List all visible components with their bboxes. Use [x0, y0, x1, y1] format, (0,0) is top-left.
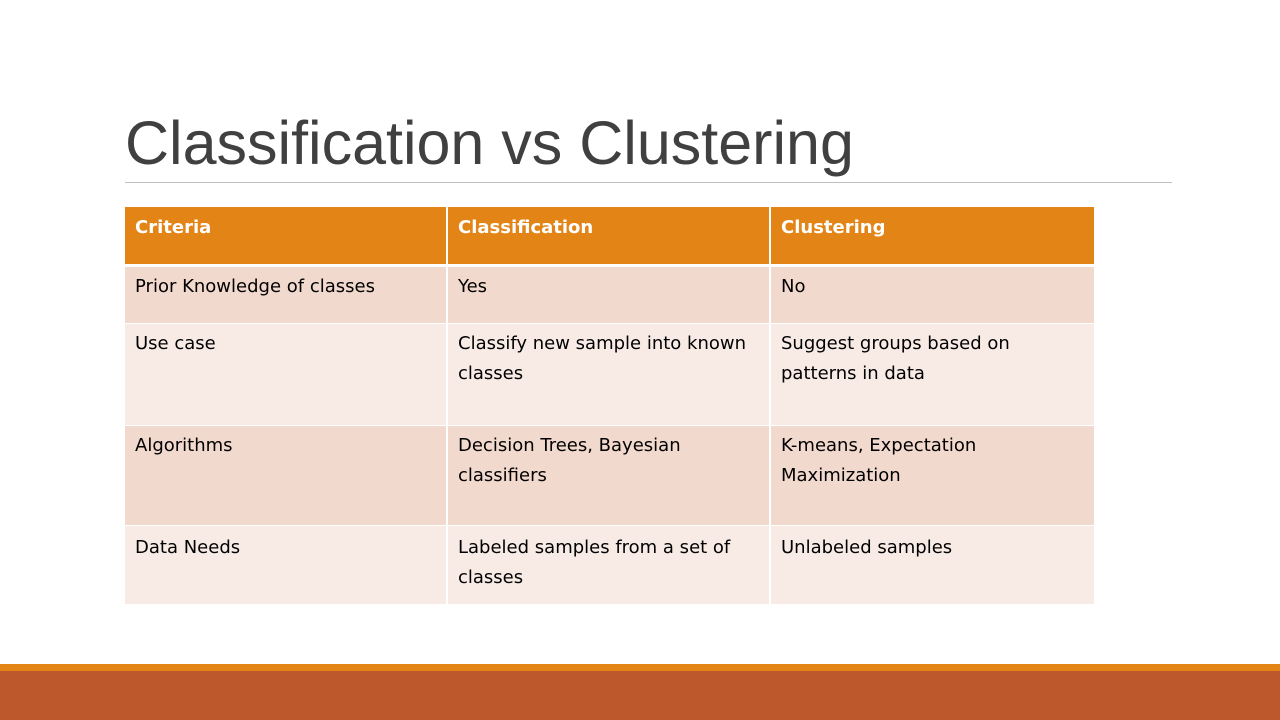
- header-clustering: Clustering: [769, 207, 1094, 267]
- clustering-cell: K-means, Expectation Maximization: [769, 425, 1094, 525]
- criteria-cell: Data Needs: [125, 525, 447, 604]
- table-header-row: Criteria Classification Clustering: [125, 207, 1094, 267]
- criteria-cell: Use case: [125, 323, 447, 425]
- classification-cell: Classify new sample into known classes: [446, 323, 770, 425]
- table-row: Use case Classify new sample into known …: [125, 323, 1094, 425]
- footer-accent-band: [0, 664, 1280, 671]
- header-classification: Classification: [446, 207, 770, 267]
- title-divider: [125, 182, 1172, 183]
- clustering-cell: No: [769, 265, 1094, 323]
- header-criteria: Criteria: [125, 207, 447, 267]
- classification-cell: Labeled samples from a set of classes: [446, 525, 770, 604]
- comparison-table: Criteria Classification Clustering Prior…: [125, 207, 1094, 605]
- footer-band: [0, 671, 1280, 720]
- clustering-cell: Suggest groups based on patterns in data: [769, 323, 1094, 425]
- table-row: Prior Knowledge of classes Yes No: [125, 265, 1094, 323]
- clustering-cell: Unlabeled samples: [769, 525, 1094, 604]
- table-row: Data Needs Labeled samples from a set of…: [125, 525, 1094, 604]
- slide-title: Classification vs Clustering: [125, 109, 854, 177]
- slide: Classification vs Clustering Criteria Cl…: [0, 0, 1280, 720]
- criteria-cell: Prior Knowledge of classes: [125, 265, 447, 323]
- criteria-cell: Algorithms: [125, 425, 447, 525]
- classification-cell: Yes: [446, 265, 770, 323]
- comparison-table-container: Criteria Classification Clustering Prior…: [125, 207, 1094, 605]
- table-row: Algorithms Decision Trees, Bayesian clas…: [125, 425, 1094, 525]
- classification-cell: Decision Trees, Bayesian classifiers: [446, 425, 770, 525]
